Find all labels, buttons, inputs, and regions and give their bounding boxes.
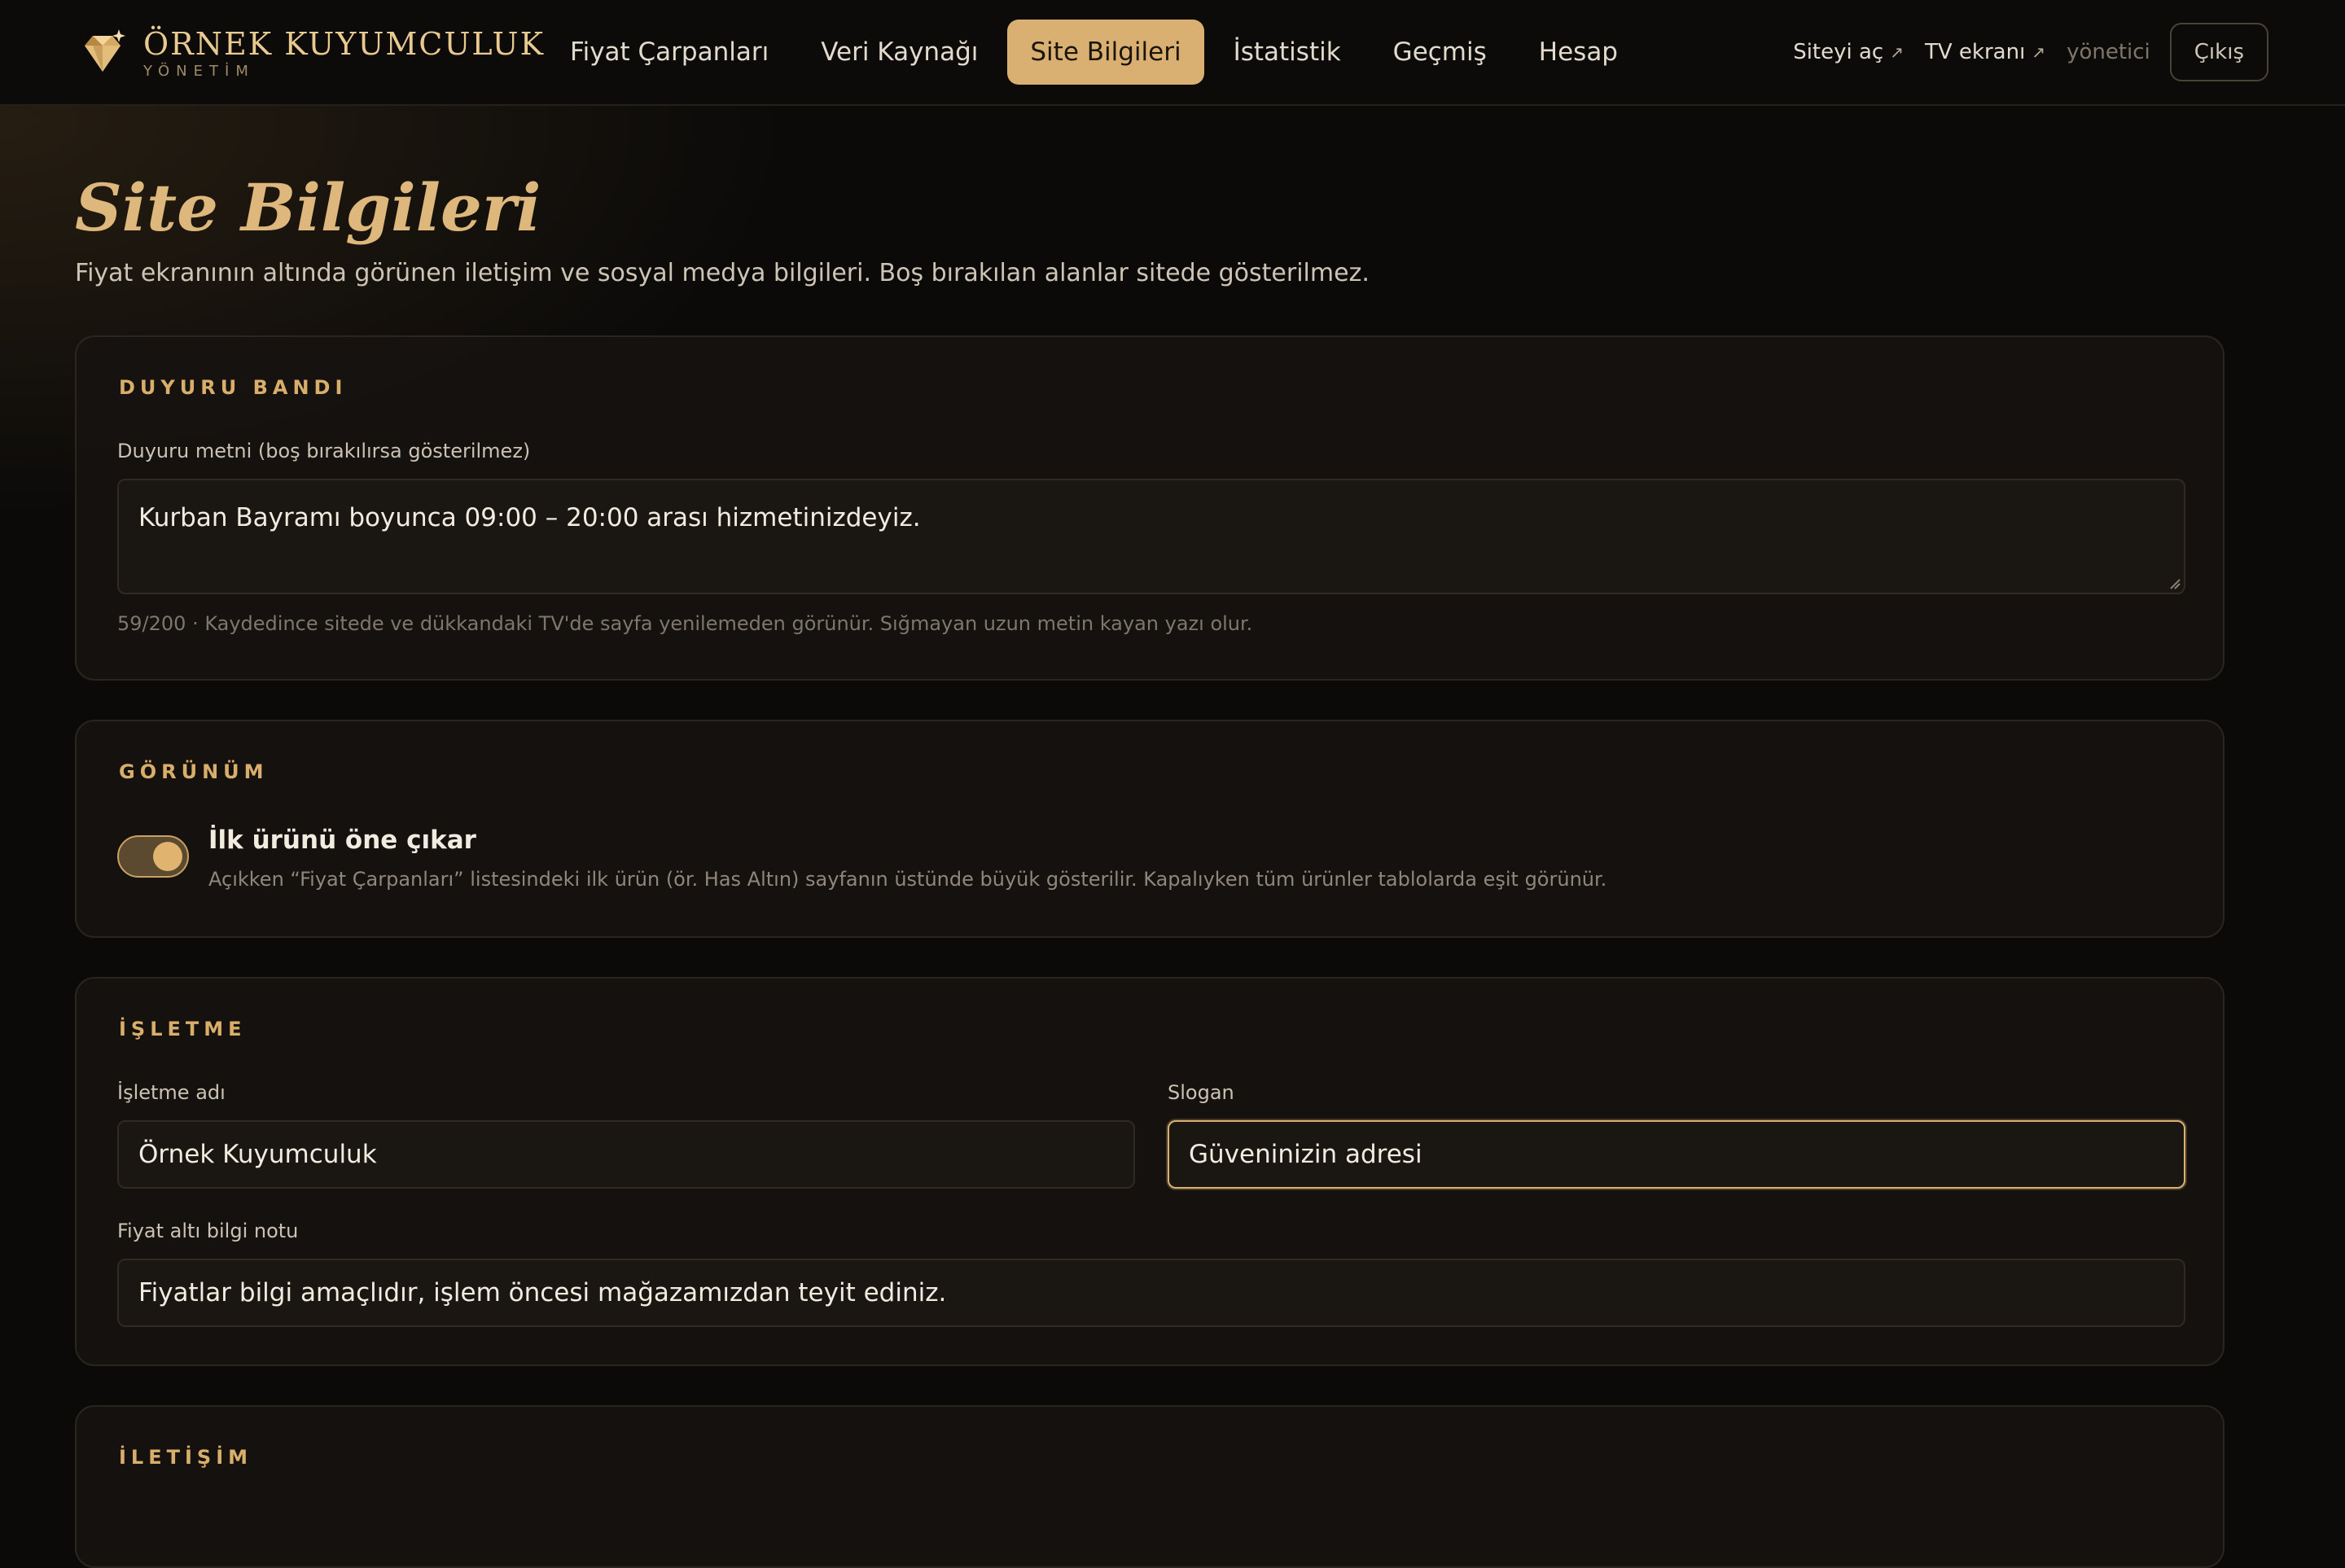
announcement-section-title: DUYURU BANDI [119, 376, 348, 399]
appearance-card: GÖRÜNÜM İlk ürünü öne çıkar Açıkken “Fiy… [75, 720, 2224, 938]
nav-istatistik[interactable]: İstatistik [1211, 20, 1364, 85]
nav-gecmis[interactable]: Geçmiş [1370, 20, 1510, 85]
announcement-card: DUYURU BANDI Duyuru metni (boş bırakılır… [75, 335, 2224, 681]
business-name-value: Örnek Kuyumculuk [138, 1140, 377, 1169]
external-link-icon: ↗ [2032, 42, 2046, 62]
announcement-text: Kurban Bayramı boyunca 09:00 – 20:00 ara… [138, 503, 921, 532]
slogan-input[interactable]: Güveninizin adresi [1168, 1120, 2185, 1189]
contact-card: İLETİŞİM [75, 1405, 2224, 1568]
price-note-label: Fiyat altı bilgi notu [117, 1220, 299, 1242]
nav-hesap[interactable]: Hesap [1516, 20, 1641, 85]
top-bar: ÖRNEK KUYUMCULUK YÖNETİM Fiyat Çarpanlar… [0, 0, 2345, 106]
announcement-helper-text: 59/200 · Kaydedince sitede ve dükkandaki… [117, 612, 1253, 635]
external-link-icon: ↗ [1890, 42, 1904, 62]
header-actions: Siteyi aç ↗ TV ekranı ↗ yönetici Çıkış [1793, 23, 2268, 81]
price-note-input[interactable]: Fiyatlar bilgi amaçlıdır, işlem öncesi m… [117, 1259, 2185, 1327]
logout-button[interactable]: Çıkış [2169, 23, 2268, 81]
open-site-label: Siteyi aç [1793, 40, 1884, 64]
brand-subtitle: YÖNETİM [143, 63, 255, 80]
brand[interactable]: ÖRNEK KUYUMCULUK YÖNETİM [78, 24, 545, 83]
business-name-label: İşletme adı [117, 1081, 226, 1104]
toggle-title: İlk ürünü öne çıkar [208, 826, 476, 855]
slogan-value: Güveninizin adresi [1189, 1140, 1422, 1169]
tv-screen-label: TV ekranı [1924, 40, 2026, 64]
price-note-value: Fiyatlar bilgi amaçlıdır, işlem öncesi m… [138, 1278, 947, 1307]
resize-handle-icon[interactable] [2167, 576, 2181, 589]
business-section-title: İŞLETME [119, 1018, 247, 1040]
page-subtitle: Fiyat ekranının altında görünen iletişim… [75, 259, 1370, 287]
page-title: Site Bilgileri [75, 169, 541, 246]
diamond-icon [85, 29, 125, 72]
main-nav: Fiyat Çarpanları Veri Kaynağı Site Bilgi… [547, 20, 1641, 85]
open-site-link[interactable]: Siteyi aç ↗ [1793, 40, 1904, 64]
brand-name: ÖRNEK KUYUMCULUK [143, 26, 545, 62]
announcement-label: Duyuru metni (boş bırakılırsa gösterilme… [117, 440, 531, 462]
business-name-input[interactable]: Örnek Kuyumculuk [117, 1120, 1135, 1189]
nav-veri-kaynagi[interactable]: Veri Kaynağı [798, 20, 1001, 85]
username: yönetici [2067, 40, 2150, 64]
business-card: İŞLETME İşletme adı Örnek Kuyumculuk Slo… [75, 977, 2224, 1366]
toggle-knob [153, 842, 182, 871]
nav-fiyat-carpanlari[interactable]: Fiyat Çarpanları [547, 20, 791, 85]
slogan-label: Slogan [1168, 1081, 1234, 1104]
toggle-description: Açıkken “Fiyat Çarpanları” listesindeki … [208, 868, 1607, 891]
nav-site-bilgileri[interactable]: Site Bilgileri [1007, 20, 1204, 85]
tv-screen-link[interactable]: TV ekranı ↗ [1925, 40, 2045, 64]
appearance-section-title: GÖRÜNÜM [119, 760, 269, 783]
featured-product-toggle[interactable] [117, 835, 189, 878]
announcement-textarea[interactable]: Kurban Bayramı boyunca 09:00 – 20:00 ara… [117, 479, 2185, 594]
